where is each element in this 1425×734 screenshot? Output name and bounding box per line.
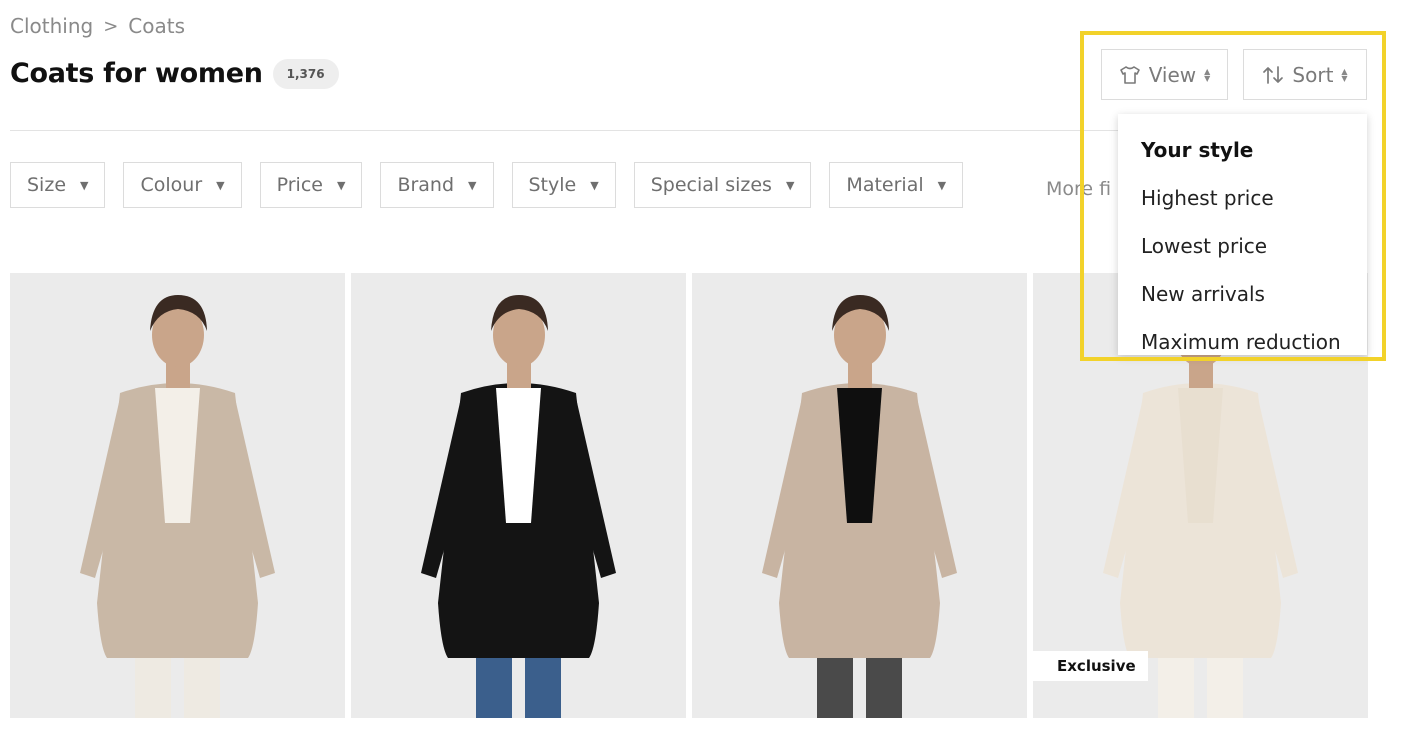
updown-chevron-icon: ▲ ▼ bbox=[1204, 66, 1211, 83]
sort-button-label: Sort bbox=[1292, 62, 1334, 87]
filter-special-sizes[interactable]: Special sizes ▼ bbox=[633, 162, 812, 208]
product-image bbox=[10, 273, 345, 718]
result-count-badge: 1,376 bbox=[272, 58, 339, 89]
filter-label: Colour bbox=[140, 174, 203, 196]
caret-down-icon: ▼ bbox=[80, 178, 89, 192]
caret-down-icon: ▼ bbox=[216, 178, 225, 192]
breadcrumb-coats[interactable]: Coats bbox=[128, 14, 185, 38]
filter-label: Brand bbox=[397, 174, 455, 196]
sort-option-lowest-price[interactable]: Lowest price bbox=[1118, 222, 1367, 270]
filter-label: Special sizes bbox=[650, 174, 772, 196]
caret-down-icon: ▼ bbox=[336, 178, 346, 192]
caret-down-icon: ▼ bbox=[937, 178, 947, 192]
filter-size[interactable]: Size ▼ bbox=[10, 162, 106, 208]
filter-bar: Size ▼ Colour ▼ Price ▼ Brand ▼ Style ▼ Speci… bbox=[10, 162, 964, 208]
page-title: Coats for women bbox=[10, 58, 263, 89]
sort-option-your-style[interactable]: Your style bbox=[1118, 126, 1367, 174]
exclusive-badge: Exclusive bbox=[1033, 651, 1148, 681]
shirt-icon bbox=[1119, 65, 1140, 84]
product-card[interactable] bbox=[351, 273, 686, 718]
filter-material[interactable]: Material ▼ bbox=[829, 162, 964, 208]
view-button-label: View bbox=[1148, 62, 1197, 87]
title-row: Coats for women 1,376 bbox=[10, 58, 339, 89]
breadcrumb-separator: > bbox=[103, 15, 119, 37]
breadcrumb-clothing[interactable]: Clothing bbox=[10, 14, 93, 38]
product-card[interactable] bbox=[692, 273, 1027, 718]
sort-arrows-icon bbox=[1263, 65, 1284, 84]
filter-brand[interactable]: Brand ▼ bbox=[380, 162, 494, 208]
product-image bbox=[692, 273, 1027, 718]
product-image bbox=[351, 273, 686, 718]
view-button[interactable]: View ▲ ▼ bbox=[1101, 49, 1228, 100]
sort-option-maximum-reduction[interactable]: Maximum reduction bbox=[1118, 318, 1367, 366]
filter-colour[interactable]: Colour ▼ bbox=[123, 162, 242, 208]
caret-down-icon: ▼ bbox=[468, 178, 477, 192]
updown-chevron-icon: ▲ ▼ bbox=[1341, 66, 1348, 83]
sort-option-new-arrivals[interactable]: New arrivals bbox=[1118, 270, 1367, 318]
filter-style[interactable]: Style ▼ bbox=[511, 162, 616, 208]
sort-option-highest-price[interactable]: Highest price bbox=[1118, 174, 1367, 222]
more-filters-link[interactable]: More fi bbox=[1046, 178, 1111, 200]
filter-price[interactable]: Price ▼ bbox=[259, 162, 363, 208]
filter-label: Material bbox=[846, 174, 924, 196]
caret-down-icon: ▼ bbox=[785, 178, 795, 192]
sort-dropdown-menu: Your style Highest price Lowest price Ne… bbox=[1118, 114, 1367, 355]
caret-down-icon: ▼ bbox=[590, 178, 599, 192]
filter-label: Size bbox=[27, 174, 67, 196]
header-divider bbox=[10, 130, 1120, 131]
filter-label: Style bbox=[528, 174, 577, 196]
filter-label: Price bbox=[276, 174, 323, 196]
breadcrumb: Clothing > Coats bbox=[10, 14, 185, 38]
product-card[interactable] bbox=[10, 273, 345, 718]
sort-button[interactable]: Sort ▲ ▼ bbox=[1243, 49, 1367, 100]
